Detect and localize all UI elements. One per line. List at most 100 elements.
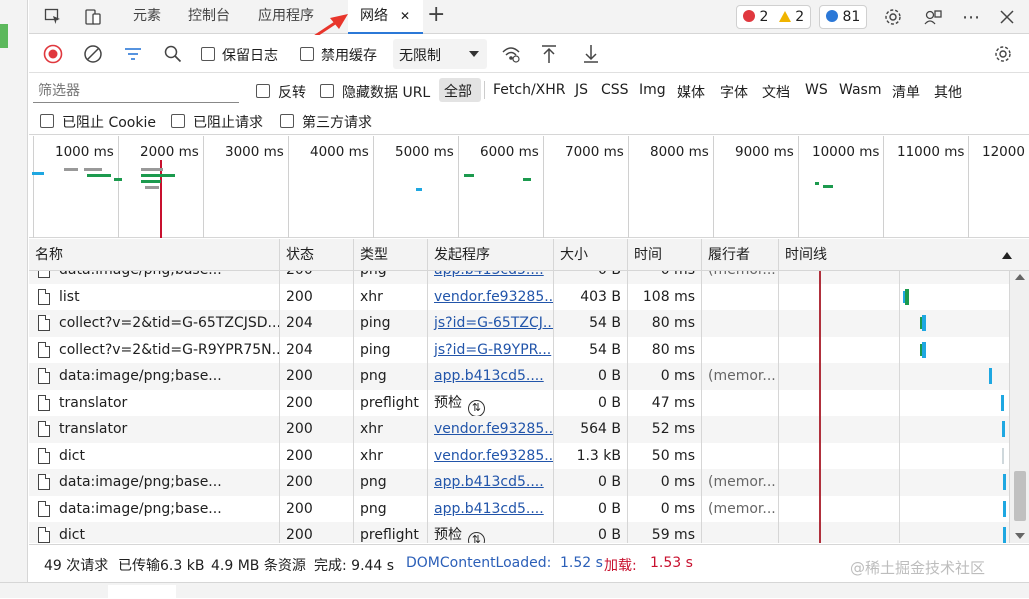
blocked-requests-checkbox[interactable] bbox=[171, 114, 185, 128]
type-filter-font[interactable]: 字体 bbox=[720, 82, 748, 102]
bottom-bar bbox=[0, 582, 1029, 599]
table-row[interactable]: data:image/png;base... 200 png app.b413cd5.… bbox=[29, 271, 1009, 284]
preflight-icon[interactable]: ⇅ bbox=[468, 399, 485, 416]
close-devtools-icon[interactable] bbox=[995, 5, 1019, 29]
column-header-time[interactable]: 时间 bbox=[628, 239, 702, 271]
invert-checkbox[interactable] bbox=[256, 84, 270, 98]
cell-initiator[interactable]: vendor.fe93285... bbox=[428, 442, 554, 469]
type-filter-js[interactable]: JS bbox=[575, 82, 588, 98]
size-text: 0 B bbox=[598, 500, 621, 517]
file-icon bbox=[38, 368, 50, 384]
scroll-down-icon[interactable] bbox=[1015, 533, 1025, 539]
cell-initiator[interactable]: js?id=G-R9YPR... bbox=[428, 336, 554, 363]
type-filter-media[interactable]: 媒体 bbox=[677, 82, 705, 102]
status-text: 200 bbox=[286, 474, 313, 490]
table-row[interactable]: data:image/png;base... 200 png app.b413cd5.… bbox=[29, 363, 1009, 390]
disable-cache-checkbox[interactable] bbox=[300, 47, 314, 61]
cell-status: 204 bbox=[280, 310, 354, 337]
status-text: 204 bbox=[286, 341, 313, 358]
column-header-type[interactable]: 类型 bbox=[354, 239, 428, 271]
table-scrollbar[interactable] bbox=[1009, 271, 1029, 543]
column-header-initiator[interactable]: 发起程序 bbox=[428, 239, 554, 271]
filter-bar: 反转 隐藏数据 URL 全部 Fetch/XHR JS CSS Img 媒体 字… bbox=[29, 73, 1029, 135]
overview-timeline[interactable]: 1000 ms 2000 ms 3000 ms 4000 ms 5000 ms … bbox=[29, 136, 1029, 238]
bottom-tab[interactable] bbox=[108, 585, 176, 599]
cell-initiator[interactable]: app.b413cd5.... bbox=[428, 271, 554, 284]
cell-initiator[interactable]: js?id=G-65TZCJ... bbox=[428, 310, 554, 337]
cell-initiator[interactable]: vendor.fe93285... bbox=[428, 416, 554, 443]
network-conditions-icon[interactable] bbox=[499, 42, 523, 66]
cell-initiator[interactable]: app.b413cd5.... bbox=[428, 469, 554, 496]
cell-status: 200 bbox=[280, 442, 354, 469]
table-row[interactable]: data:image/png;base... 200 png app.b413cd5.… bbox=[29, 495, 1009, 522]
column-header-size[interactable]: 大小 bbox=[554, 239, 628, 271]
more-options-icon[interactable]: ⋯ bbox=[959, 5, 983, 29]
preserve-log-label: 保留日志 bbox=[222, 48, 278, 64]
type-text: xhr bbox=[360, 288, 383, 305]
type-filter-ws[interactable]: WS bbox=[805, 82, 828, 98]
preserve-log-checkbox[interactable] bbox=[201, 47, 215, 61]
type-filter-all[interactable]: 全部 bbox=[439, 78, 481, 102]
table-row[interactable]: collect?v=2&tid=G-65TZCJSD... 204 ping js?i… bbox=[29, 310, 1009, 337]
column-header-name[interactable]: 名称 bbox=[29, 239, 280, 271]
cell-initiator[interactable]: app.b413cd5.... bbox=[428, 363, 554, 390]
filter-icon[interactable] bbox=[121, 42, 145, 66]
issues-badge[interactable]: 2 2 bbox=[736, 5, 812, 29]
preflight-icon[interactable]: ⇅ bbox=[468, 532, 485, 543]
cell-time: 50 ms bbox=[628, 442, 702, 469]
cell-type: preflight bbox=[354, 389, 428, 416]
table-row[interactable]: translator 200 xhr vendor.fe93285... 564 B 52… bbox=[29, 416, 1009, 443]
time-text: 80 ms bbox=[651, 315, 695, 331]
record-stop-icon[interactable] bbox=[41, 42, 65, 66]
size-text: 0 B bbox=[598, 474, 621, 490]
sort-ascending-icon[interactable] bbox=[1002, 252, 1012, 259]
cell-status: 200 bbox=[280, 283, 354, 310]
request-mark bbox=[87, 174, 111, 177]
table-row[interactable]: dict 200 preflight 预检 ⇅ 0 B 59 ms bbox=[29, 522, 1009, 543]
add-tab-button[interactable]: + bbox=[415, 0, 457, 34]
status-text: 200 bbox=[286, 288, 313, 305]
cell-initiator[interactable]: app.b413cd5.... bbox=[428, 495, 554, 522]
type-filter-fetch-xhr[interactable]: Fetch/XHR bbox=[493, 82, 566, 98]
type-filter-css[interactable]: CSS bbox=[601, 82, 629, 98]
type-filter-wasm[interactable]: Wasm bbox=[839, 82, 881, 98]
scrollbar-thumb[interactable] bbox=[1014, 471, 1026, 521]
filter-input[interactable] bbox=[33, 77, 239, 103]
cell-size: 54 B bbox=[554, 310, 628, 337]
type-filter-doc[interactable]: 文档 bbox=[762, 82, 790, 102]
cell-name: dict bbox=[29, 522, 280, 543]
hide-data-urls-checkbox[interactable] bbox=[320, 84, 334, 98]
table-row[interactable]: collect?v=2&tid=G-R9YPR75N... 204 ping js?i… bbox=[29, 336, 1009, 363]
table-row[interactable]: data:image/png;base... 200 png app.b413cd5.… bbox=[29, 469, 1009, 496]
request-mark bbox=[141, 168, 163, 171]
scroll-up-icon[interactable] bbox=[1015, 274, 1025, 280]
column-header-waterfall[interactable]: 时间线 bbox=[779, 239, 1029, 271]
column-header-status[interactable]: 状态 bbox=[280, 239, 354, 271]
table-row[interactable]: translator 200 preflight 预检 ⇅ 0 B 47 ms bbox=[29, 389, 1009, 416]
network-settings-gear-icon[interactable] bbox=[991, 42, 1015, 66]
close-tab-icon[interactable]: ✕ bbox=[400, 0, 410, 32]
type-filter-manifest[interactable]: 清单 bbox=[892, 82, 920, 102]
search-icon[interactable] bbox=[161, 42, 185, 66]
column-header-fulfilled-by[interactable]: 履行者 bbox=[702, 239, 779, 271]
type-filter-other[interactable]: 其他 bbox=[934, 82, 962, 102]
cell-status: 200 bbox=[280, 363, 354, 390]
import-har-icon[interactable] bbox=[537, 42, 561, 66]
throttling-select[interactable]: 无限制 bbox=[393, 39, 487, 69]
cell-initiator[interactable]: vendor.fe93285... bbox=[428, 283, 554, 310]
third-party-checkbox[interactable] bbox=[280, 114, 294, 128]
blocked-cookies-checkbox[interactable] bbox=[40, 114, 54, 128]
dcl-label: DOMContentLoaded: bbox=[406, 555, 552, 571]
table-row[interactable]: dict 200 xhr vendor.fe93285... 1.3 kB 50 ms bbox=[29, 442, 1009, 469]
messages-badge[interactable]: 81 bbox=[819, 5, 868, 29]
time-text: 80 ms bbox=[651, 341, 695, 358]
request-mark bbox=[114, 178, 122, 181]
customize-icon[interactable] bbox=[921, 5, 945, 29]
type-text: png bbox=[360, 271, 387, 278]
settings-gear-icon[interactable] bbox=[881, 5, 905, 29]
clear-icon[interactable] bbox=[81, 42, 105, 66]
table-row[interactable]: list 200 xhr vendor.fe93285... 403 B 108 ms bbox=[29, 283, 1009, 310]
export-har-icon[interactable] bbox=[579, 42, 603, 66]
type-filter-img[interactable]: Img bbox=[639, 82, 666, 98]
cell-fulfilled bbox=[702, 336, 779, 363]
